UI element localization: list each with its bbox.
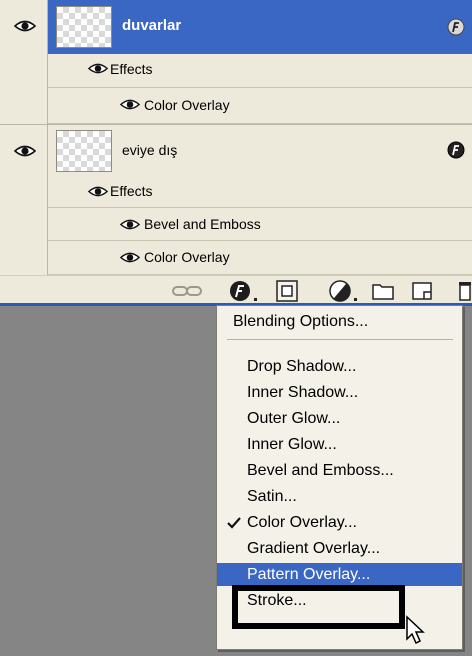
layer-row-duvarlar[interactable]: duvarlar [0, 0, 472, 54]
effects-row[interactable]: Effects [48, 54, 472, 88]
visibility-column [0, 0, 48, 54]
menu-item-inner-glow[interactable]: Inner Glow... [217, 433, 462, 456]
menu-item-pattern-overlay[interactable]: Pattern Overlay... [217, 563, 462, 586]
effect-row-color-overlay[interactable]: Color Overlay [48, 88, 472, 124]
layer-row-eviye-dis[interactable]: eviye dış [0, 124, 472, 176]
adjustment-layer-icon[interactable] [328, 279, 364, 303]
eye-icon[interactable] [14, 144, 36, 158]
visibility-column [0, 54, 48, 124]
layer-effects-icon[interactable] [447, 141, 465, 159]
layer-thumbnail[interactable] [56, 6, 112, 48]
layer-name[interactable]: eviye dış [122, 142, 177, 158]
effects-row[interactable]: Effects [48, 176, 472, 208]
layers-panel: duvarlar Effects Color Overlay eviye dış… [0, 0, 472, 280]
eye-icon[interactable] [120, 218, 140, 231]
menu-item-gradient-overlay[interactable]: Gradient Overlay... [217, 537, 462, 560]
effects-label: Effects [110, 183, 153, 199]
eye-icon[interactable] [120, 251, 140, 264]
layer-style-icon[interactable] [228, 279, 264, 303]
effect-label: Color Overlay [144, 249, 230, 265]
link-icon[interactable] [172, 284, 202, 298]
effect-row-bevel-emboss[interactable]: Bevel and Emboss [48, 208, 472, 241]
menu-item-label: Color Overlay... [247, 514, 357, 531]
visibility-column [0, 176, 48, 276]
effect-label: Bevel and Emboss [144, 216, 261, 232]
menu-item-inner-shadow[interactable]: Inner Shadow... [217, 381, 462, 404]
layer-mask-icon[interactable] [276, 280, 298, 302]
menu-item-drop-shadow[interactable]: Drop Shadow... [217, 355, 462, 378]
visibility-column [0, 125, 48, 176]
checkmark-icon [227, 517, 241, 529]
annotation-highlight-box [232, 585, 405, 629]
layers-toolbar [0, 275, 472, 305]
menu-item-bevel-emboss[interactable]: Bevel and Emboss... [217, 459, 462, 482]
layer-name[interactable]: duvarlar [122, 17, 181, 34]
effect-label: Color Overlay [144, 97, 230, 113]
effect-row-color-overlay[interactable]: Color Overlay [48, 241, 472, 275]
eye-icon[interactable] [88, 185, 108, 198]
layer-effects-icon[interactable] [447, 18, 465, 36]
menu-separator [227, 339, 453, 340]
menu-item-color-overlay[interactable]: Color Overlay... [217, 511, 462, 534]
layer-thumbnail[interactable] [56, 130, 112, 172]
delete-icon[interactable] [458, 280, 472, 302]
eye-icon[interactable] [88, 62, 108, 75]
mouse-cursor-icon [406, 615, 425, 645]
menu-item-blending-options[interactable]: Blending Options... [217, 310, 462, 333]
eye-icon[interactable] [14, 19, 36, 33]
new-group-icon[interactable] [372, 282, 394, 300]
menu-item-outer-glow[interactable]: Outer Glow... [217, 407, 462, 430]
eye-icon[interactable] [120, 98, 140, 111]
menu-item-satin[interactable]: Satin... [217, 485, 462, 508]
new-layer-icon[interactable] [412, 282, 432, 300]
effects-label: Effects [110, 61, 153, 77]
